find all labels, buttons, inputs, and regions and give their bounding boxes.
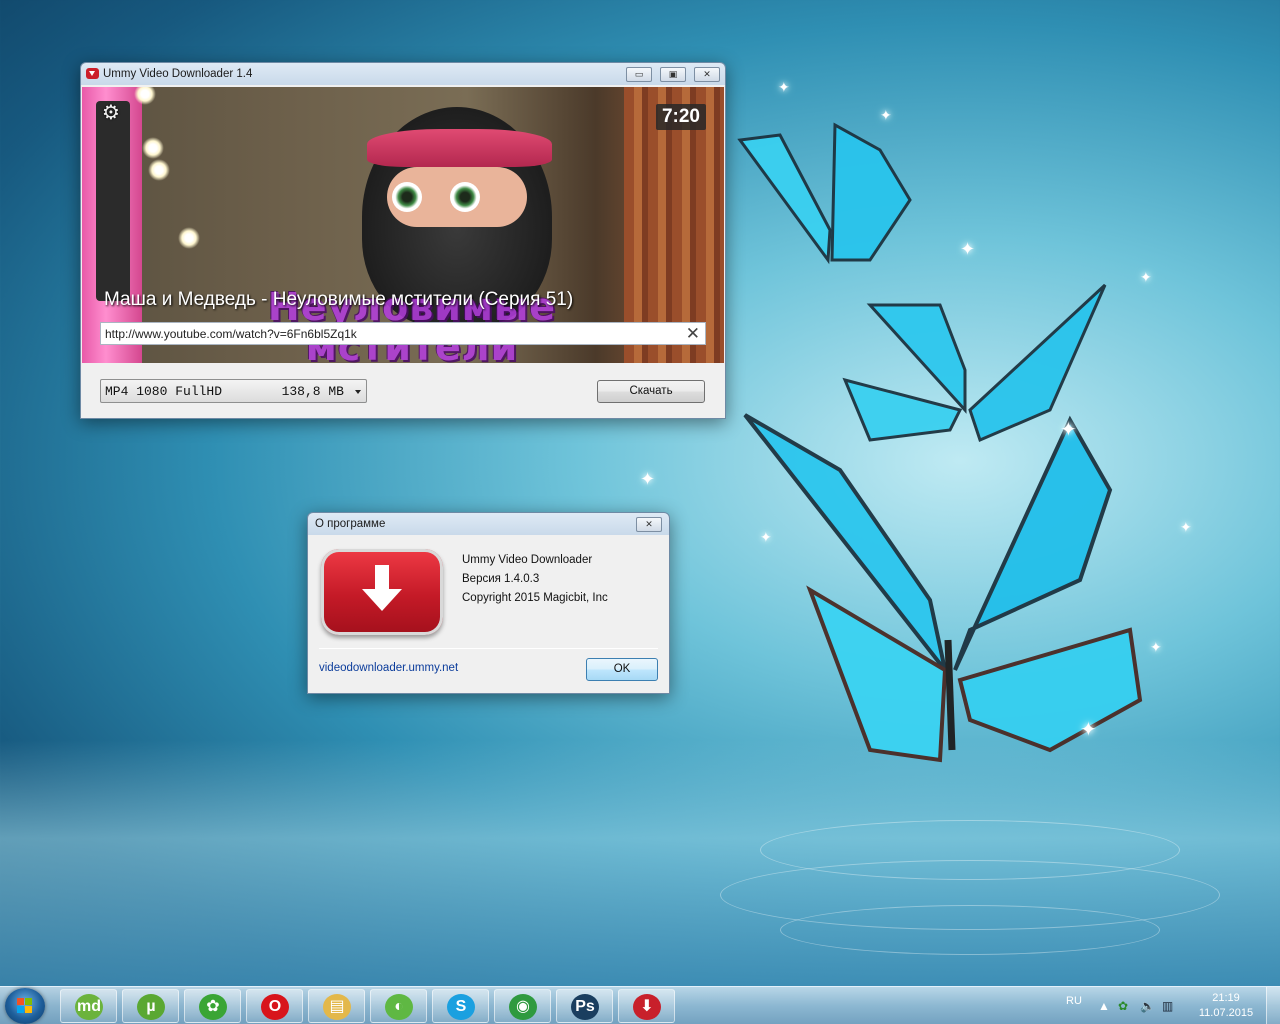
format-size: 138,8 MB (281, 384, 344, 399)
about-title-bar[interactable]: О программе ✕ (308, 513, 669, 537)
about-dialog: О программе ✕ Ummy Video Downloader Верс… (307, 512, 670, 694)
about-version: Версия 1.4.0.3 (462, 573, 540, 585)
divider (319, 648, 658, 649)
clock-date: 11.07.2015 (1198, 1007, 1254, 1019)
clock-time: 21:19 (1212, 992, 1240, 1004)
website-link[interactable]: videodownloader.ummy.net (319, 662, 458, 674)
sparkle: ✦ (640, 469, 656, 489)
taskbar-item-opera[interactable]: O (246, 989, 303, 1023)
network-icon[interactable]: ▥ (1162, 999, 1173, 1013)
video-preview: Неуловимые мстители ⚙ 7:20 Маша и Медвед… (82, 87, 724, 363)
skype-icon: S (447, 994, 475, 1020)
gear-icon[interactable]: ⚙ (102, 103, 120, 123)
about-app-name: Ummy Video Downloader (462, 554, 593, 566)
water-ripple (780, 905, 1160, 955)
sparkle: ✦ (880, 107, 892, 123)
maximize-button[interactable]: ▣ (660, 67, 686, 82)
butterfly-middle (842, 283, 1107, 443)
butterfly-small (737, 122, 912, 265)
sparkle: ✦ (1180, 519, 1192, 535)
ummy-app-icon (86, 68, 99, 79)
download-controls: MP4 1080 FullHD 138,8 MB Скачать (82, 363, 724, 418)
taskbar-item-icq[interactable]: ✿ (184, 989, 241, 1023)
sparkle: ✦ (960, 239, 976, 259)
about-title: О программе (315, 518, 386, 530)
explorer-icon: ▤ (323, 994, 351, 1020)
browser-icon: ◐ (385, 994, 413, 1020)
url-bar: ✕ (100, 322, 706, 345)
video-bulb (142, 137, 164, 159)
about-body: Ummy Video Downloader Версия 1.4.0.3 Cop… (309, 537, 668, 693)
desktop-butterflies (737, 122, 1143, 763)
volume-icon[interactable]: 🔈 (1140, 999, 1155, 1013)
taskbar-item-network[interactable]: ◉ (494, 989, 551, 1023)
windows-logo-icon (17, 998, 33, 1014)
url-input[interactable] (105, 323, 675, 344)
photoshop-icon: Ps (571, 994, 599, 1020)
start-button[interactable] (5, 988, 45, 1024)
close-button[interactable]: ✕ (694, 67, 720, 82)
system-tray: RU ▲ ✿ 🔈 ▥ 21:19 11.07.2015 (1058, 987, 1280, 1024)
video-title: Маша и Медведь - Неуловимые мстители (Се… (104, 289, 574, 310)
taskbar-item-browser[interactable]: ◐ (370, 989, 427, 1023)
taskbar-item-utorrent[interactable]: µ (122, 989, 179, 1023)
video-duration: 7:20 (655, 104, 706, 130)
sparkle: ✦ (778, 79, 790, 95)
taskbar-item-photoshop[interactable]: Ps (556, 989, 613, 1023)
video-character-headband (367, 129, 552, 167)
about-close-button[interactable]: ✕ (636, 517, 662, 532)
ummy-logo-icon (321, 549, 443, 635)
sparkle: ✦ (1080, 719, 1097, 741)
taskbar: md µ ✿ O ▤ ◐ S ◉ Ps ⬇ RU ▲ ✿ 🔈 ▥ 21:19 11.07.2015 (0, 986, 1280, 1024)
taskbar-item-ummy[interactable]: ⬇ (618, 989, 675, 1023)
sparkle: ✦ (760, 529, 772, 545)
minimize-button[interactable]: ▭ (626, 67, 652, 82)
title-bar[interactable]: Ummy Video Downloader 1.4 ▭ ▣ ✕ (81, 63, 725, 87)
opera-icon: O (261, 994, 289, 1020)
about-info: Ummy Video Downloader Версия 1.4.0.3 Cop… (462, 551, 608, 608)
about-copyright: Copyright 2015 Magicbit, Inc (462, 592, 608, 604)
taskbar-item-mydiary[interactable]: md (60, 989, 117, 1023)
sparkle: ✦ (1150, 639, 1162, 655)
network-icon: ◉ (509, 994, 537, 1020)
video-bulb (148, 159, 170, 181)
taskbar-item-skype[interactable]: S (432, 989, 489, 1023)
clock[interactable]: 21:19 11.07.2015 (1196, 991, 1256, 1021)
sparkle: ✦ (1060, 419, 1077, 441)
video-character-eye (392, 182, 422, 212)
sparkle: ✦ (1140, 269, 1152, 285)
window-title: Ummy Video Downloader 1.4 (103, 68, 253, 80)
tray-app-icon[interactable]: ✿ (1118, 999, 1128, 1013)
language-indicator[interactable]: RU (1066, 995, 1082, 1007)
icq-icon: ✿ (199, 994, 227, 1020)
ummy-icon: ⬇ (633, 994, 661, 1020)
format-name: MP4 1080 FullHD (105, 384, 223, 399)
butterfly-large (743, 413, 1143, 763)
show-desktop-button[interactable] (1266, 987, 1280, 1024)
chevron-down-icon (355, 390, 361, 394)
format-dropdown[interactable]: MP4 1080 FullHD 138,8 MB (100, 379, 367, 403)
video-character-eye (450, 182, 480, 212)
ummy-main-window: Ummy Video Downloader 1.4 ▭ ▣ ✕ Неуловим… (80, 62, 726, 419)
mydiary-icon: md (75, 994, 103, 1020)
download-button[interactable]: Скачать (597, 380, 705, 403)
ok-button[interactable]: OK (586, 658, 658, 681)
taskbar-item-explorer[interactable]: ▤ (308, 989, 365, 1023)
video-bulb (178, 227, 200, 249)
show-hidden-icons-icon[interactable]: ▲ (1098, 999, 1110, 1013)
clear-url-icon[interactable]: ✕ (686, 324, 700, 343)
video-bulb (134, 87, 156, 105)
utorrent-icon: µ (137, 994, 165, 1020)
